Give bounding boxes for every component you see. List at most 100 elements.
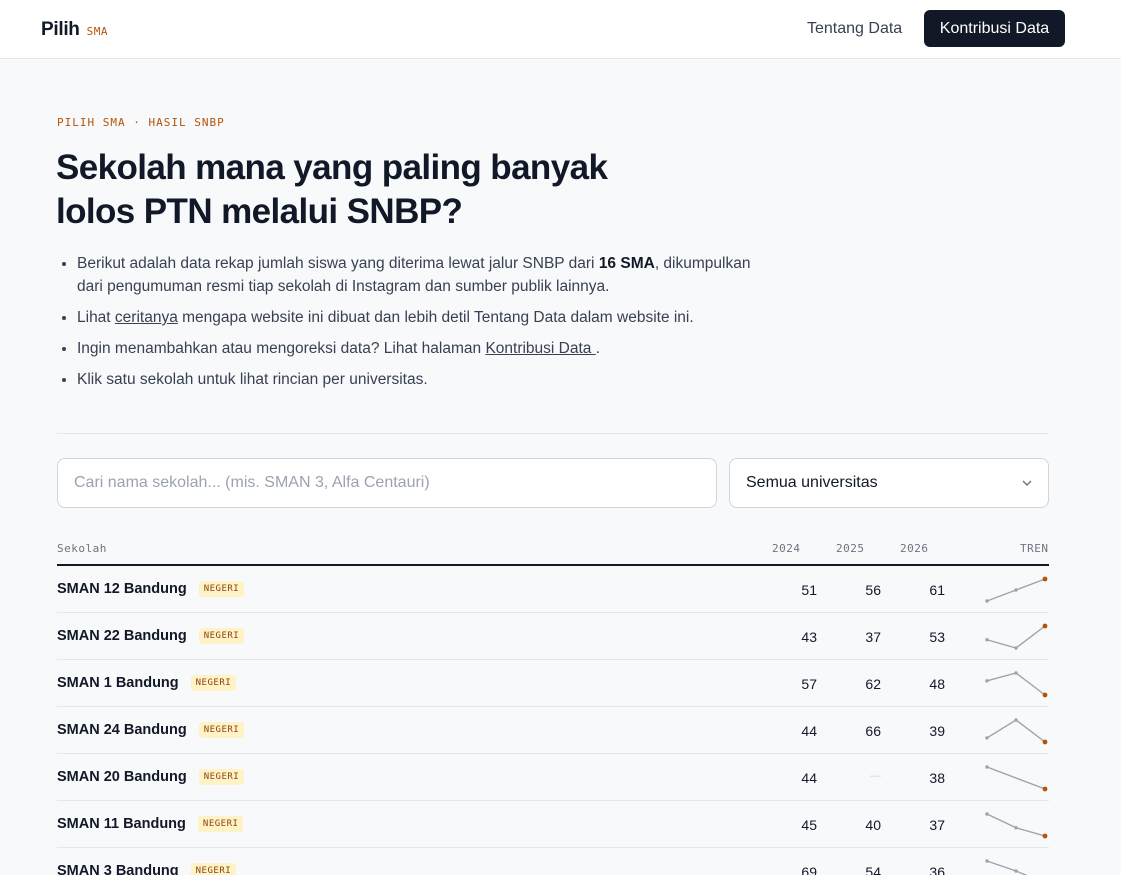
school-name: SMAN 12 Bandung [57, 581, 187, 597]
intro-text: Ingin menambahkan atau mengoreksi data? … [77, 340, 486, 357]
page-title: Sekolah mana yang paling banyak lolos PT… [56, 148, 608, 231]
trend-point [1014, 646, 1018, 650]
table-row[interactable]: SMAN 24 Bandung NEGERI 44 66 39 [57, 707, 1049, 754]
contribute-data-button[interactable]: Kontribusi Data [924, 10, 1065, 47]
table-row[interactable]: SMAN 11 Bandung NEGERI 45 40 37 [57, 801, 1049, 848]
intro-item: Klik satu sekolah untuk lihat rincian pe… [77, 368, 777, 391]
trend-point [1014, 869, 1018, 873]
nav-link-about-data[interactable]: Tentang Data [807, 20, 902, 38]
intro-text: Lihat [77, 309, 115, 326]
trend-point [985, 812, 989, 816]
trend-line [986, 813, 1046, 837]
intro-text: mengapa website ini dibuat dan lebih det… [177, 309, 694, 326]
value-2025: 56 [865, 582, 881, 598]
trend-sparkline [985, 765, 1048, 792]
school-count: 16 SMA [598, 255, 655, 272]
school-name: SMAN 20 Bandung [57, 769, 187, 785]
trend-line [986, 672, 1046, 696]
trend-point-latest [1042, 833, 1048, 839]
university-select[interactable]: Semua universitas [729, 458, 1049, 508]
status-badge: NEGERI [197, 816, 244, 832]
school-search-input[interactable] [57, 458, 717, 508]
trend-point-latest [1042, 739, 1048, 745]
value-2024: 45 [801, 817, 817, 833]
table-row[interactable]: SMAN 1 Bandung NEGERI 57 62 48 [57, 660, 1049, 707]
value-2026: 37 [929, 817, 945, 833]
school-name: SMAN 11 Bandung [57, 816, 186, 832]
trend-point [985, 679, 989, 683]
value-2026: 61 [929, 582, 945, 598]
trend-point-latest [1042, 576, 1048, 582]
school-name: SMAN 22 Bandung [57, 628, 187, 644]
trend-point [985, 859, 989, 863]
status-badge: NEGERI [198, 769, 245, 785]
table-row[interactable]: SMAN 12 Bandung NEGERI 51 56 61 [57, 566, 1049, 613]
value-2024: 57 [801, 676, 817, 692]
school-cell: SMAN 1 Bandung NEGERI [57, 675, 237, 691]
value-2025: 54 [865, 864, 881, 875]
intro-item: Berikut adalah data rekap jumlah siswa y… [77, 252, 777, 298]
intro-text: Klik satu sekolah untuk lihat rincian pe… [77, 371, 428, 388]
status-badge: NEGERI [198, 628, 245, 644]
status-badge: NEGERI [190, 675, 237, 691]
school-name: SMAN 1 Bandung [57, 675, 179, 691]
value-2024: 44 [801, 770, 817, 786]
school-name: SMAN 24 Bandung [57, 722, 187, 738]
trend-sparkline [985, 576, 1048, 603]
intro-item: Lihat ceritanya mengapa website ini dibu… [77, 306, 777, 329]
school-cell: SMAN 22 Bandung NEGERI [57, 628, 245, 644]
trend-sparkline [985, 623, 1048, 650]
intro-text: Berikut adalah data rekap jumlah siswa y… [77, 255, 599, 272]
table-row[interactable]: SMAN 22 Bandung NEGERI 43 37 53 [57, 613, 1049, 660]
value-2024: 44 [801, 723, 817, 739]
intro-item: Ingin menambahkan atau mengoreksi data? … [77, 337, 777, 360]
header-2024[interactable]: 2024 [772, 542, 801, 555]
school-name: SMAN 3 Bandung [57, 863, 179, 875]
header-2026[interactable]: 2026 [900, 542, 929, 555]
trend-line [986, 766, 1046, 790]
section-divider [57, 433, 1049, 434]
trend-sparkline [985, 859, 1028, 875]
trend-point [1014, 826, 1018, 830]
trend-point [1014, 718, 1018, 722]
brand-logo[interactable]: Pilih SMA [41, 19, 108, 41]
status-badge: NEGERI [190, 863, 237, 875]
intro-list: Berikut adalah data rekap jumlah siswa y… [77, 252, 777, 399]
trend-point [985, 638, 989, 642]
value-2025: 62 [865, 676, 881, 692]
status-badge: NEGERI [198, 581, 245, 597]
hero-eyebrow: PILIH SMA · HASIL SNBP [57, 116, 225, 129]
value-2024: 43 [801, 629, 817, 645]
header-trend: TREN [1020, 542, 1049, 555]
table-row[interactable]: SMAN 20 Bandung NEGERI 44 — 38 [57, 754, 1049, 801]
value-2025: 40 [865, 817, 881, 833]
table-row[interactable]: SMAN 3 Bandung NEGERI 69 54 36 [57, 848, 1049, 875]
trend-point [985, 765, 989, 769]
value-2026: 53 [929, 629, 945, 645]
trend-line [986, 625, 1046, 649]
value-2026: 39 [929, 723, 945, 739]
value-2026: 38 [929, 770, 945, 786]
top-navbar: Pilih SMA Tentang Data Kontribusi Data [0, 0, 1121, 59]
trend-sparkline [985, 718, 1048, 745]
school-cell: SMAN 24 Bandung NEGERI [57, 722, 245, 738]
school-cell: SMAN 3 Bandung NEGERI [57, 863, 237, 875]
trend-sparkline [985, 671, 1048, 698]
brand-name: Pilih [41, 19, 80, 40]
trend-point [1014, 588, 1018, 592]
contribute-data-link[interactable]: Kontribusi Data [485, 340, 595, 357]
school-cell: SMAN 11 Bandung NEGERI [57, 816, 244, 832]
brand-subtitle: SMA [86, 25, 108, 38]
school-table: SMAN 12 Bandung NEGERI 51 56 61 SMAN 22 B… [57, 566, 1049, 875]
trend-line [986, 719, 1046, 743]
header-school[interactable]: Sekolah [57, 542, 107, 555]
chevron-down-icon [1022, 480, 1032, 486]
value-2024: 69 [801, 864, 817, 875]
story-link[interactable]: ceritanya [115, 309, 178, 326]
header-2025[interactable]: 2025 [836, 542, 865, 555]
trend-point-latest [1042, 623, 1048, 629]
trend-point [985, 736, 989, 740]
value-2024: 51 [801, 582, 817, 598]
trend-point [1014, 671, 1018, 675]
school-cell: SMAN 20 Bandung NEGERI [57, 769, 245, 785]
